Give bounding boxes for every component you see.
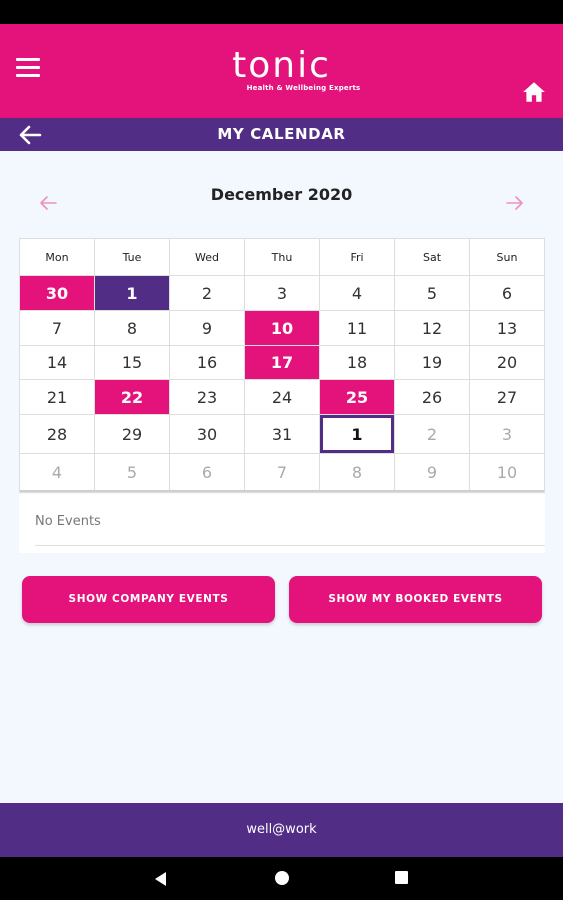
calendar-day-cell[interactable]: 20: [470, 346, 544, 380]
weekday-label: Wed: [170, 239, 245, 276]
system-nav-bar: [0, 857, 563, 900]
calendar-day-cell[interactable]: 11: [320, 311, 395, 346]
calendar-day-cell[interactable]: 13: [470, 311, 544, 346]
calendar-day-cell[interactable]: 9: [170, 311, 245, 346]
weekday-label: Sun: [470, 239, 544, 276]
calendar-day-cell[interactable]: 8: [95, 311, 170, 346]
calendar-day-cell[interactable]: 27: [470, 380, 544, 415]
weekday-label: Thu: [245, 239, 320, 276]
calendar-day-cell[interactable]: 30: [20, 276, 95, 311]
calendar-day-cell[interactable]: 23: [170, 380, 245, 415]
calendar-day-cell[interactable]: 28: [20, 415, 95, 454]
title-bar: MY CALENDAR: [0, 118, 563, 151]
calendar-day-cell[interactable]: 10: [245, 311, 320, 346]
calendar-week-row: 21 22 23 24 25 26 27: [20, 380, 544, 415]
show-my-booked-events-button[interactable]: SHOW MY BOOKED EVENTS: [289, 576, 542, 623]
weekday-label: Mon: [20, 239, 95, 276]
events-divider: [35, 545, 545, 546]
calendar-day-cell[interactable]: 1: [320, 415, 395, 454]
calendar-day-cell[interactable]: 21: [20, 380, 95, 415]
calendar-day-cell[interactable]: 8: [320, 454, 395, 491]
calendar-bottom-divider: [20, 490, 544, 492]
month-label: December 2020: [210, 185, 353, 204]
nav-home-circle-icon[interactable]: [275, 871, 289, 885]
calendar-week-row: 30 1 2 3 4 5 6: [20, 276, 544, 311]
calendar-day-cell[interactable]: 14: [20, 346, 95, 380]
logo-text: tonic: [232, 45, 331, 86]
calendar-day-cell[interactable]: 2: [395, 415, 470, 454]
nav-recents-square-icon[interactable]: [395, 871, 408, 884]
calendar-day-cell[interactable]: 24: [245, 380, 320, 415]
weekday-label: Fri: [320, 239, 395, 276]
calendar-day-cell[interactable]: 5: [395, 276, 470, 311]
calendar-day-cell[interactable]: 31: [245, 415, 320, 454]
calendar-day-cell[interactable]: 2: [170, 276, 245, 311]
calendar-day-cell[interactable]: 4: [320, 276, 395, 311]
calendar-day-cell[interactable]: 3: [245, 276, 320, 311]
calendar-day-cell[interactable]: 7: [20, 311, 95, 346]
weekday-label: Tue: [95, 239, 170, 276]
calendar-day-cell[interactable]: 12: [395, 311, 470, 346]
events-panel: No Events: [19, 494, 545, 553]
calendar-week-row: 28 29 30 31 1 2 3: [20, 415, 544, 454]
next-month-arrow-icon[interactable]: [504, 193, 526, 213]
calendar-day-cell[interactable]: 4: [20, 454, 95, 491]
page-title: MY CALENDAR: [217, 125, 346, 143]
calendar-day-cell[interactable]: 30: [170, 415, 245, 454]
calendar-day-cell[interactable]: 9: [395, 454, 470, 491]
weekday-header-row: Mon Tue Wed Thu Fri Sat Sun: [20, 239, 544, 276]
app-header: tonic Health & Wellbeing Experts: [0, 24, 563, 118]
calendar-week-row: 4 5 6 7 8 9 10: [20, 454, 544, 491]
calendar-day-cell[interactable]: 7: [245, 454, 320, 491]
no-events-text: No Events: [35, 514, 101, 529]
calendar-day-cell[interactable]: 22: [95, 380, 170, 415]
calendar-day-cell[interactable]: 10: [470, 454, 544, 491]
calendar-week-row: 7 8 9 10 11 12 13: [20, 311, 544, 346]
footer: well@work: [0, 803, 563, 857]
calendar-day-cell[interactable]: 15: [95, 346, 170, 380]
show-company-events-button[interactable]: SHOW COMPANY EVENTS: [22, 576, 275, 623]
calendar-day-cell[interactable]: 6: [170, 454, 245, 491]
calendar-day-cell[interactable]: 16: [170, 346, 245, 380]
calendar-day-cell[interactable]: 3: [470, 415, 544, 454]
calendar-day-cell[interactable]: 6: [470, 276, 544, 311]
calendar-day-cell[interactable]: 25: [320, 380, 395, 415]
calendar-day-cell[interactable]: 19: [395, 346, 470, 380]
calendar-day-cell[interactable]: 5: [95, 454, 170, 491]
logo: tonic Health & Wellbeing Experts: [0, 45, 563, 93]
status-bar: [0, 0, 563, 24]
logo-tagline: Health & Wellbeing Experts: [246, 84, 361, 92]
calendar-day-cell[interactable]: 18: [320, 346, 395, 380]
calendar-week-row: 14 15 16 17 18 19 20: [20, 346, 544, 380]
weekday-label: Sat: [395, 239, 470, 276]
calendar-grid: Mon Tue Wed Thu Fri Sat Sun 30 1 2 3 4 5 6 7 8 9 1…: [19, 238, 545, 493]
calendar-day-cell[interactable]: 17: [245, 346, 320, 380]
calendar-day-cell[interactable]: 1: [95, 276, 170, 311]
calendar-day-cell[interactable]: 29: [95, 415, 170, 454]
nav-back-triangle-icon[interactable]: [155, 871, 167, 890]
home-icon[interactable]: [521, 79, 547, 105]
calendar-day-cell[interactable]: 26: [395, 380, 470, 415]
